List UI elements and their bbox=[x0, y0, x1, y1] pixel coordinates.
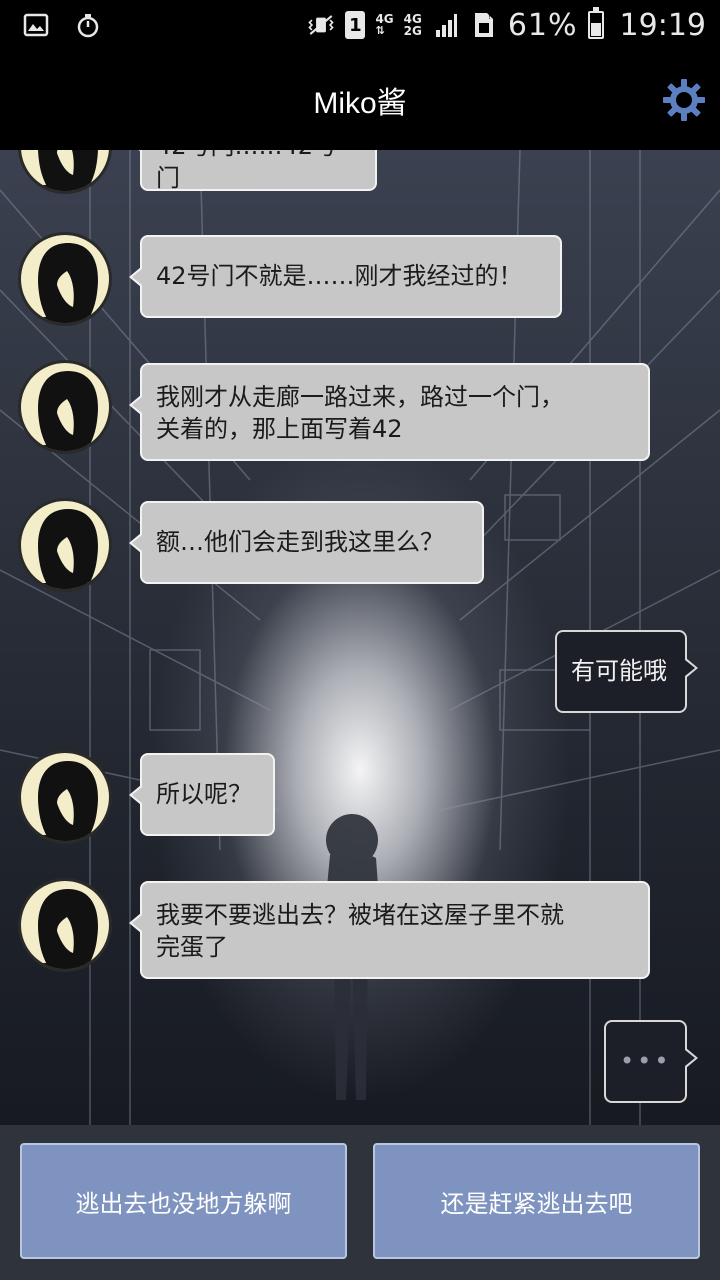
message-bubble: 我要不要逃出去？被堵在这屋子里不就 完蛋了 bbox=[129, 881, 650, 979]
message-bubble: 42号门不就是……刚才我经过的！ bbox=[129, 235, 562, 318]
stopwatch-icon bbox=[74, 11, 102, 39]
reply-option-2-button[interactable]: 还是赶紧逃出去吧 bbox=[373, 1143, 700, 1259]
message-bubble: 42号门……42号门 bbox=[129, 150, 377, 192]
network-indicator-2: 4G 2G bbox=[403, 12, 422, 38]
message-text-line-2: 完蛋了 bbox=[156, 933, 228, 961]
page-title: Miko酱 bbox=[313, 87, 407, 120]
reply-option-label: 还是赶紧逃出去吧 bbox=[440, 1189, 633, 1218]
avatar bbox=[18, 878, 112, 972]
sim-slot-icon: 1 bbox=[345, 11, 366, 39]
battery-icon bbox=[587, 7, 604, 39]
typing-dots: ••• bbox=[620, 1047, 672, 1075]
settings-button[interactable] bbox=[662, 78, 706, 122]
reply-option-label: 逃出去也没地方躲啊 bbox=[75, 1189, 292, 1218]
gear-icon bbox=[663, 79, 705, 121]
message-text: 额…他们会走到我这里么？ bbox=[156, 528, 444, 556]
message-bubble: 所以呢？ bbox=[129, 753, 275, 836]
message-bubble: 我刚才从走廊一路过来，路过一个门， 关着的，那上面写着42 bbox=[129, 363, 650, 461]
network-indicator: 4G ⇅ bbox=[375, 12, 394, 37]
reply-option-1-button[interactable]: 逃出去也没地方躲啊 bbox=[20, 1143, 347, 1259]
message-text: 42号门不就是……刚才我经过的！ bbox=[156, 262, 523, 290]
gallery-icon bbox=[22, 11, 50, 39]
avatar bbox=[18, 360, 112, 454]
message-text: 所以呢？ bbox=[156, 780, 252, 808]
message-text: 42号门……42号门 bbox=[156, 150, 337, 192]
title-bar: Miko酱 bbox=[0, 50, 720, 150]
status-bar: 1 4G ⇅ 4G 2G ! 61% 19:19 bbox=[0, 0, 720, 50]
message-text-line-2: 关着的，那上面写着42 bbox=[156, 415, 403, 443]
message-text: 我要不要逃出去？被堵在这屋子里不就 bbox=[156, 901, 564, 929]
message-bubble: 额…他们会走到我这里么？ bbox=[129, 501, 484, 584]
reply-panel: 逃出去也没地方躲啊 还是赶紧逃出去吧 bbox=[0, 1125, 720, 1280]
message-text: 我刚才从走廊一路过来，路过一个门， bbox=[156, 383, 564, 411]
vibrate-mute-icon bbox=[307, 11, 335, 39]
avatar bbox=[18, 232, 112, 326]
message-text: 有可能哦 bbox=[571, 657, 667, 685]
battery-percent: 61% bbox=[507, 7, 578, 43]
signal-icon bbox=[432, 11, 460, 39]
avatar bbox=[18, 750, 112, 844]
svg-text:!: ! bbox=[488, 13, 491, 21]
message-bubble-own: 有可能哦 bbox=[555, 630, 698, 713]
typing-indicator: ••• bbox=[604, 1020, 698, 1103]
clock: 19:19 bbox=[619, 7, 706, 43]
sim-card-icon: ! bbox=[470, 11, 498, 39]
avatar bbox=[18, 498, 112, 592]
chat-area[interactable]: 42号门……42号门 42号门不就是……刚才我经过的！ 我刚才从走廊一路过来，路… bbox=[0, 150, 720, 1125]
